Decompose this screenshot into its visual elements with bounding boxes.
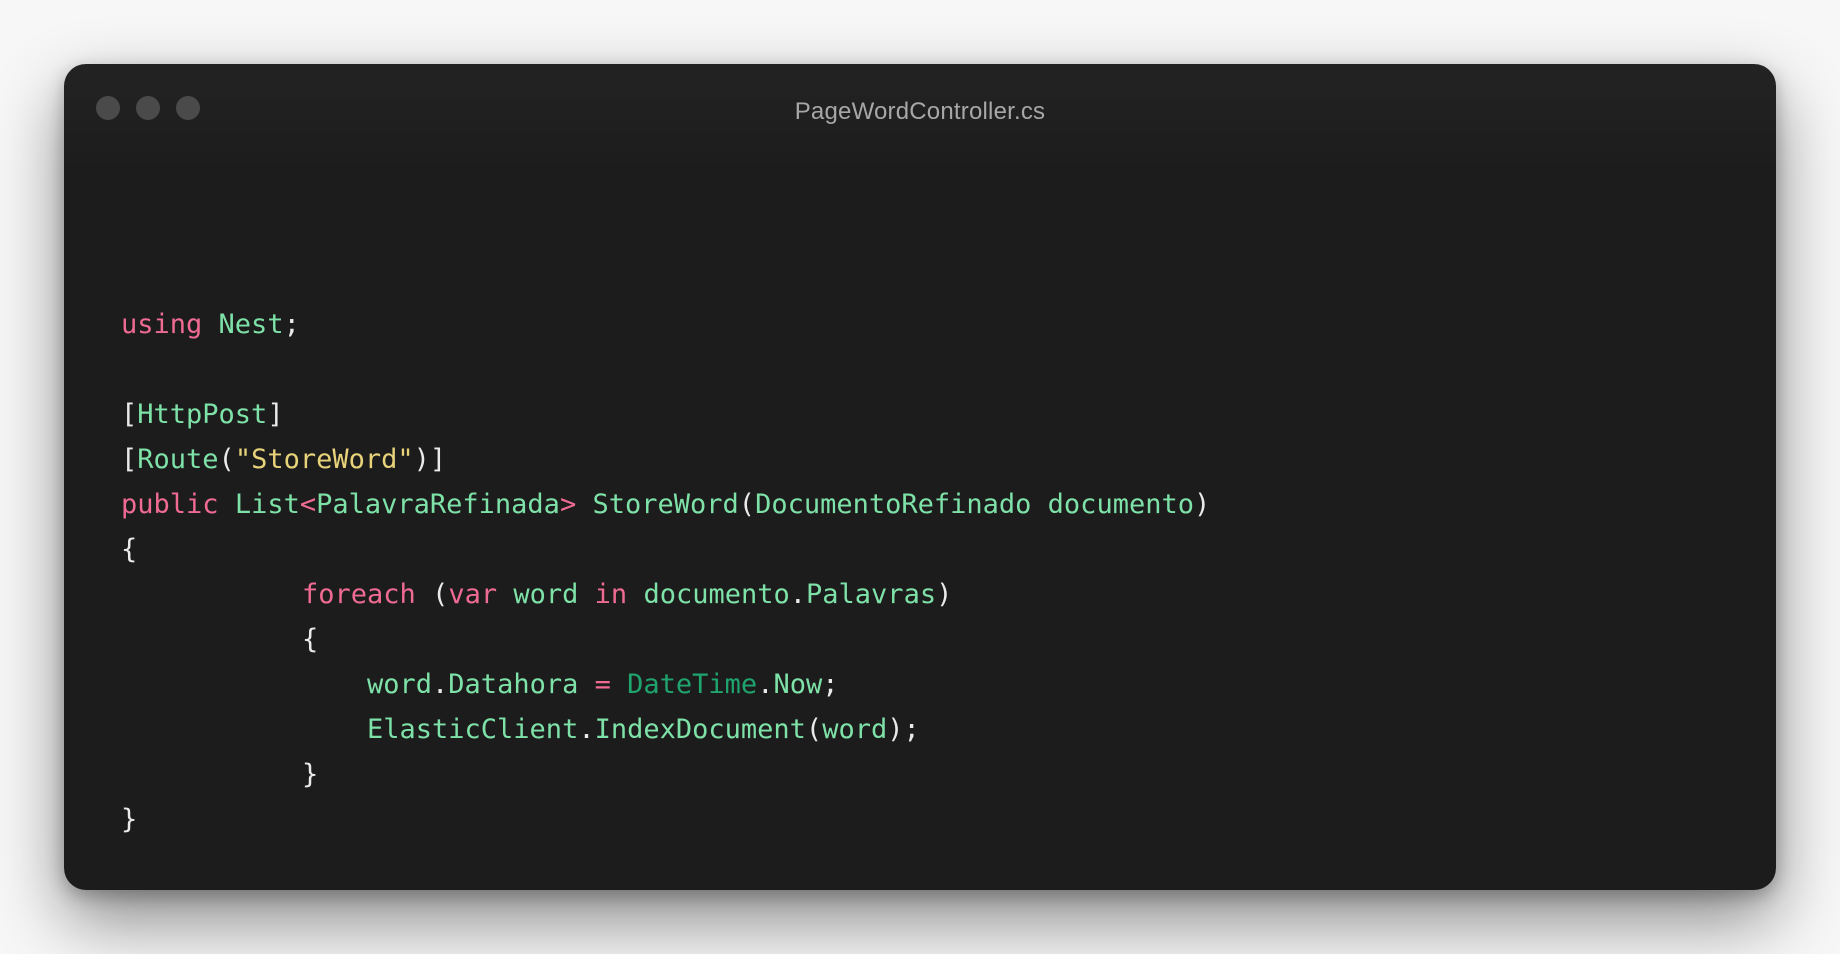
code-line-3: [HttpPost]	[121, 392, 1210, 437]
paren-open: (	[218, 444, 235, 475]
param-type: DocumentoRefinado	[755, 489, 1032, 520]
brace-close: }	[302, 759, 319, 790]
bracket-close: ]	[267, 399, 284, 430]
generic-type: PalavraRefinada	[316, 489, 560, 520]
keyword-public: public	[121, 489, 219, 520]
code-line-9: word.Datahora = DateTime.Now;	[121, 662, 1210, 707]
dot: .	[432, 669, 449, 700]
bracket-open: [	[121, 444, 138, 475]
window-titlebar: PageWordController.cs	[64, 64, 1776, 164]
keyword-using: using	[121, 309, 203, 340]
client-method: IndexDocument	[594, 714, 806, 745]
brace-open: {	[121, 534, 138, 565]
datetime-class: DateTime	[627, 669, 758, 700]
code-line-7: foreach (var word in documento.Palavras)	[121, 572, 1210, 617]
generic-lt: <	[299, 489, 317, 520]
code-line-5: public List<PalavraRefinada> StoreWord(D…	[121, 482, 1210, 527]
code-block: using Nest; [HttpPost] [Route("StoreWord…	[121, 302, 1210, 842]
code-line-10: ElasticClient.IndexDocument(word);	[121, 707, 1210, 752]
code-line-12: }	[121, 797, 1210, 842]
paren-close: )	[936, 579, 953, 610]
collection-object: documento	[643, 579, 790, 610]
semicolon: ;	[822, 669, 839, 700]
client-object: ElasticClient	[367, 714, 579, 745]
brace-close: }	[121, 804, 138, 835]
now-property: Now	[773, 669, 823, 700]
route-string: "StoreWord"	[234, 444, 414, 475]
paren-open: (	[805, 714, 823, 745]
attribute-route: Route	[137, 444, 219, 475]
code-window: PageWordController.cs using Nest; [HttpP…	[64, 64, 1776, 890]
paren-close-semicolon: );	[887, 714, 920, 745]
dot: .	[789, 579, 807, 610]
paren-open: (	[738, 489, 756, 520]
method-argument: word	[822, 714, 888, 745]
paren-bracket-close: )]	[413, 444, 447, 475]
bracket-open: [	[121, 399, 138, 430]
brace-open: {	[302, 624, 319, 655]
code-line-2-empty	[121, 347, 1210, 392]
assign-object: word	[367, 669, 433, 700]
assign-operator: =	[594, 669, 611, 700]
paren-close: )	[1193, 489, 1211, 520]
type-list: List	[234, 489, 300, 520]
keyword-in: in	[594, 579, 628, 610]
dot: .	[578, 714, 595, 745]
code-line-1: using Nest;	[121, 302, 1210, 347]
code-line-4: [Route("StoreWord")]	[121, 437, 1210, 482]
method-name: StoreWord	[592, 489, 739, 520]
assign-property: Datahora	[448, 669, 579, 700]
semicolon: ;	[283, 309, 300, 340]
dot: .	[757, 669, 774, 700]
code-line-6: {	[121, 527, 1210, 572]
attribute-httppost: HttpPost	[137, 399, 268, 430]
code-line-8: {	[121, 617, 1210, 662]
namespace-name: Nest	[218, 309, 284, 340]
collection-property: Palavras	[806, 579, 937, 610]
keyword-var: var	[448, 579, 498, 610]
generic-gt: >	[559, 489, 577, 520]
paren-open: (	[432, 579, 449, 610]
code-line-11: }	[121, 752, 1210, 797]
keyword-foreach: foreach	[302, 579, 416, 610]
window-title: PageWordController.cs	[794, 98, 1046, 125]
loop-variable: word	[513, 579, 579, 610]
param-name: documento	[1047, 489, 1194, 520]
